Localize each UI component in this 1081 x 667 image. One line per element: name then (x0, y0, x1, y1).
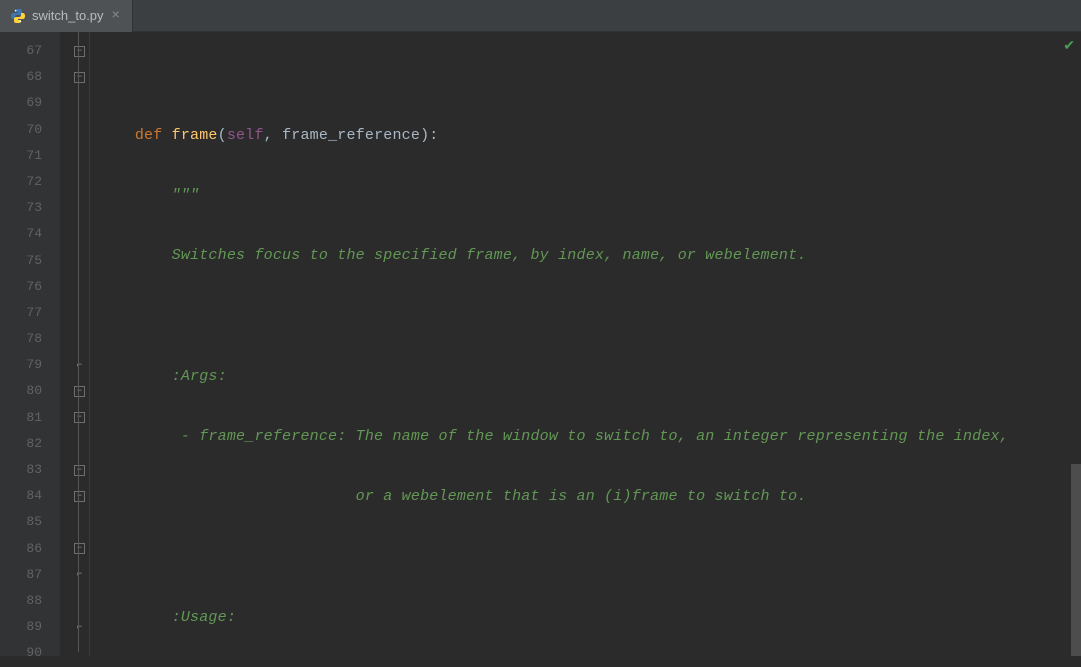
line-number: 68 (0, 64, 60, 90)
line-number: 67 (0, 38, 60, 64)
line-number: 90 (0, 640, 60, 666)
line-number: 69 (0, 90, 60, 116)
code-line[interactable] (90, 304, 1081, 330)
line-number: 81 (0, 405, 60, 431)
file-tab[interactable]: switch_to.py × (0, 0, 133, 32)
line-number: 86 (0, 536, 60, 562)
close-icon[interactable]: × (110, 8, 122, 24)
code-line[interactable] (90, 544, 1081, 570)
fold-marker[interactable]: ⌐ (60, 352, 89, 378)
code-line[interactable]: or a webelement that is an (i)frame to s… (90, 484, 1081, 510)
fold-marker[interactable]: − (60, 64, 89, 90)
line-number: 89 (0, 614, 60, 640)
fold-marker[interactable]: ⌐ (60, 614, 89, 640)
vertical-scrollbar[interactable] (1071, 464, 1081, 656)
line-number-gutter: 6768697071727374757677787980818283848586… (0, 32, 60, 656)
line-number: 84 (0, 483, 60, 509)
fold-marker[interactable]: − (60, 378, 89, 404)
fold-marker[interactable]: − (60, 483, 89, 509)
fold-marker[interactable]: − (60, 536, 89, 562)
line-number: 70 (0, 117, 60, 143)
line-number: 76 (0, 274, 60, 300)
code-line[interactable]: def frame(self, frame_reference): (90, 123, 1081, 149)
inspection-ok-icon[interactable]: ✔ (1063, 38, 1075, 55)
editor: 6768697071727374757677787980818283848586… (0, 32, 1081, 656)
fold-marker[interactable]: ⌐ (60, 562, 89, 588)
tab-filename: switch_to.py (32, 8, 104, 23)
fold-marker[interactable]: − (60, 405, 89, 431)
code-line[interactable]: :Args: (90, 364, 1081, 390)
code-line[interactable]: """ (90, 183, 1081, 209)
fold-marker[interactable]: − (60, 457, 89, 483)
code-line[interactable]: :Usage: (90, 605, 1081, 631)
python-file-icon (10, 8, 26, 24)
line-number: 87 (0, 562, 60, 588)
line-number: 80 (0, 378, 60, 404)
line-number: 85 (0, 509, 60, 535)
line-number: 75 (0, 248, 60, 274)
tab-bar: switch_to.py × (0, 0, 1081, 32)
line-number: 73 (0, 195, 60, 221)
line-number: 71 (0, 143, 60, 169)
line-number: 72 (0, 169, 60, 195)
line-number: 78 (0, 326, 60, 352)
line-number: 77 (0, 300, 60, 326)
line-number: 82 (0, 431, 60, 457)
code-line[interactable]: - frame_reference: The name of the windo… (90, 424, 1081, 450)
fold-column: − − ⌐ − − − − − ⌐ ⌐ (60, 32, 90, 656)
code-area[interactable]: ✔ def frame(self, frame_reference): """ … (90, 32, 1081, 656)
line-number: 79 (0, 352, 60, 378)
line-number: 83 (0, 457, 60, 483)
code-line[interactable]: Switches focus to the specified frame, b… (90, 243, 1081, 269)
line-number: 88 (0, 588, 60, 614)
fold-marker[interactable]: − (60, 38, 89, 64)
line-number: 74 (0, 221, 60, 247)
